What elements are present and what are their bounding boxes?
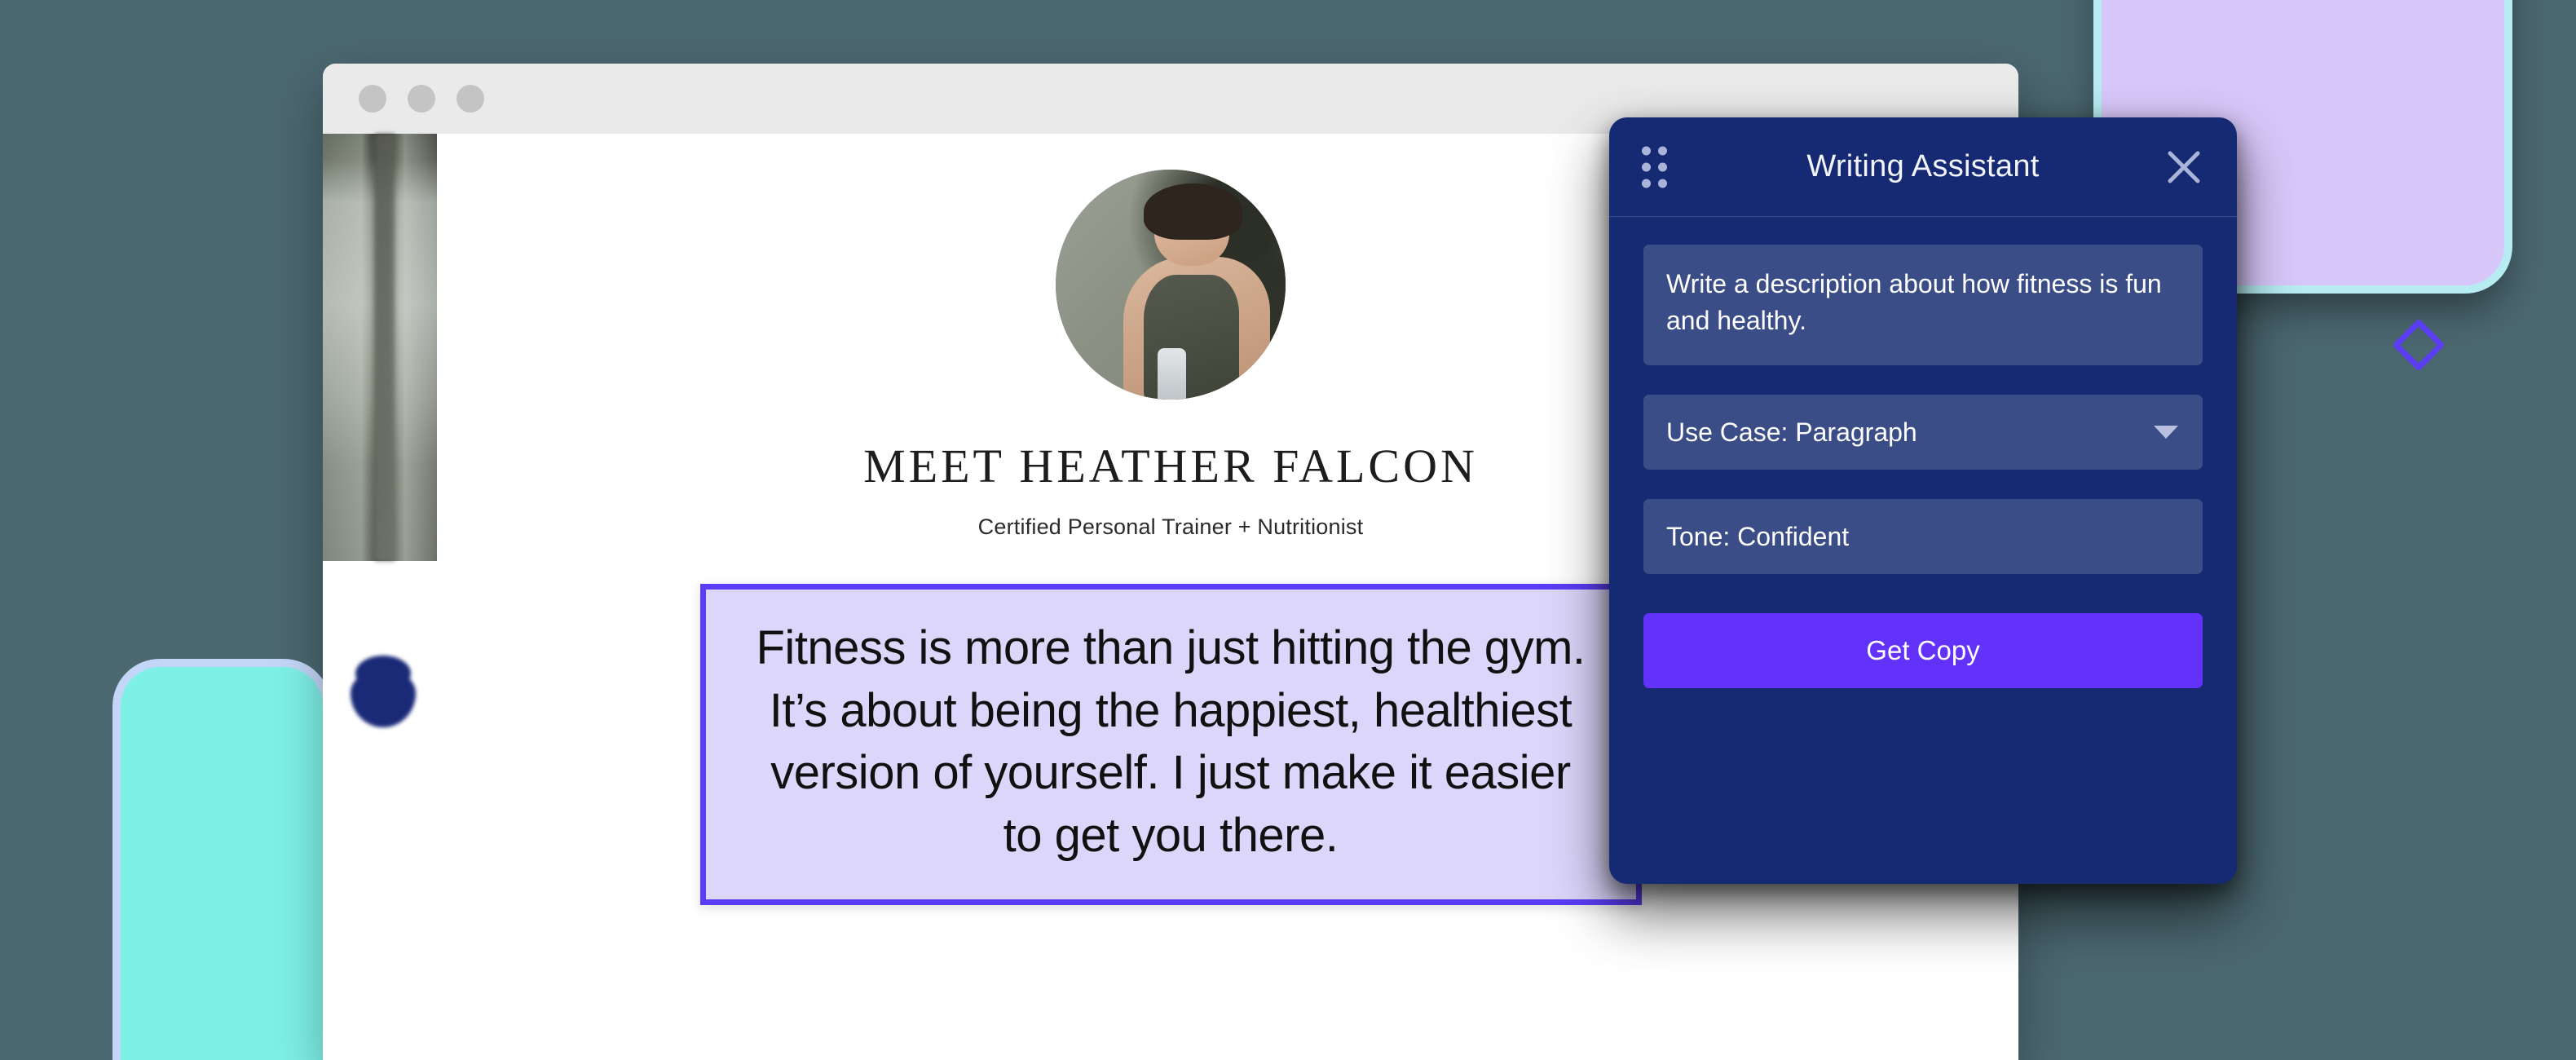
- writing-assistant-body: Write a description about how fitness is…: [1609, 217, 2237, 688]
- traffic-light-minimize-icon[interactable]: [408, 85, 435, 113]
- avatar: [1056, 170, 1286, 400]
- side-texture-photo: [323, 134, 437, 561]
- avatar-hair: [1144, 183, 1243, 241]
- avatar-subject: [1120, 183, 1286, 400]
- use-case-label: Use Case: Paragraph: [1666, 417, 1917, 447]
- diamond-outline-decoration: [2392, 318, 2446, 372]
- page-subtitle: Certified Personal Trainer + Nutritionis…: [977, 515, 1364, 539]
- traffic-light-maximize-icon[interactable]: [457, 85, 484, 113]
- page-title: MEET HEATHER FALCON: [863, 439, 1478, 492]
- prompt-input[interactable]: Write a description about how fitness is…: [1643, 245, 2203, 365]
- get-copy-button[interactable]: Get Copy: [1643, 613, 2203, 688]
- writing-assistant-title: Writing Assistant: [1806, 149, 2040, 183]
- selected-text-block[interactable]: Fitness is more than just hitting the gy…: [699, 584, 1642, 906]
- screenshot-canvas: MEET HEATHER FALCON Certified Personal T…: [0, 0, 2576, 1060]
- tone-select[interactable]: Tone: Confident: [1643, 499, 2203, 574]
- tone-label: Tone: Confident: [1666, 521, 1850, 551]
- drag-handle-icon[interactable]: [1642, 146, 1667, 188]
- close-icon[interactable]: [2165, 148, 2203, 186]
- writing-assistant-header: Writing Assistant: [1609, 117, 2237, 217]
- use-case-select[interactable]: Use Case: Paragraph: [1643, 395, 2203, 470]
- cyan-block-decoration: [121, 667, 323, 1060]
- quote-text: Fitness is more than just hitting the gy…: [756, 621, 1586, 862]
- chevron-down-icon: [2154, 426, 2178, 439]
- writing-assistant-panel: Writing Assistant Write a description ab…: [1609, 117, 2237, 884]
- avatar-water-bottle: [1157, 347, 1187, 400]
- traffic-light-close-icon[interactable]: [359, 85, 386, 113]
